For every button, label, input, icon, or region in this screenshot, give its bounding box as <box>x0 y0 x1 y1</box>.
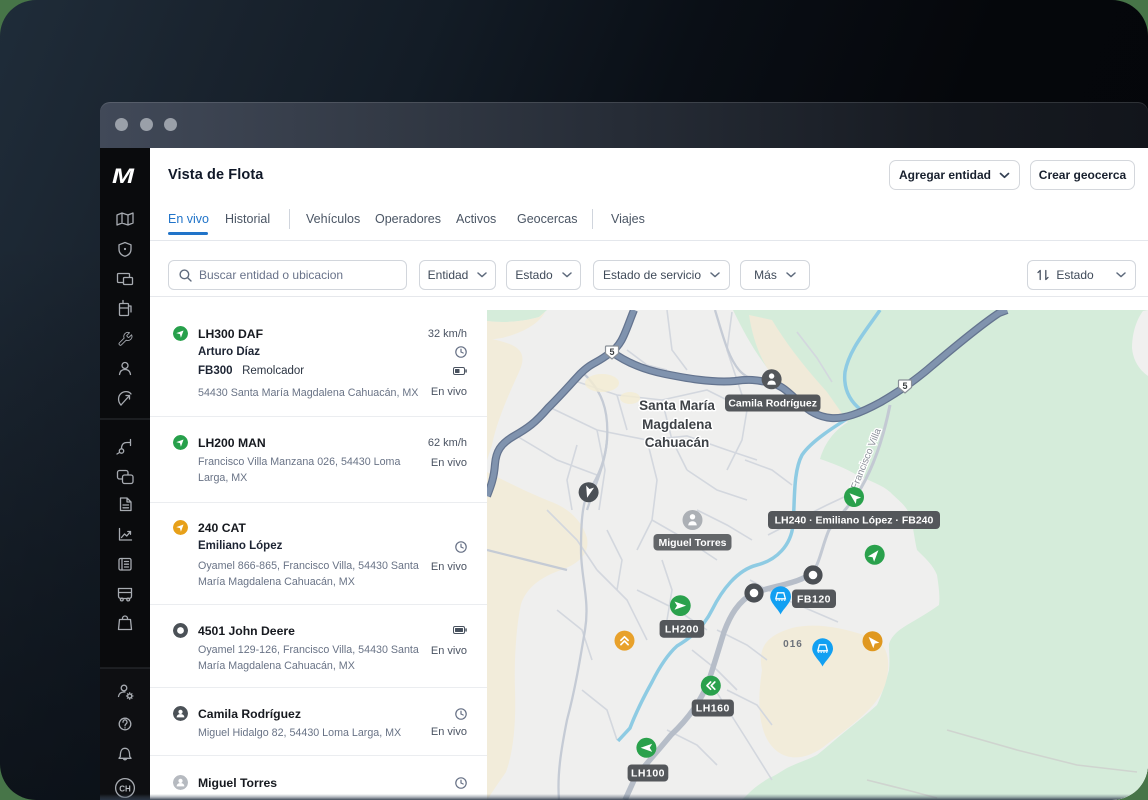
svg-text:016: 016 <box>783 639 803 650</box>
svg-text:5: 5 <box>902 381 907 391</box>
svg-text:Miguel Torres: Miguel Torres <box>658 537 726 549</box>
svg-text:Magdalena: Magdalena <box>642 417 712 432</box>
svg-text:CH: CH <box>119 785 131 794</box>
svg-text:FB120: FB120 <box>797 594 831 606</box>
svg-text:LH100: LH100 <box>631 768 665 780</box>
svg-text:Camila Rodríguez: Camila Rodríguez <box>728 398 817 410</box>
svg-text:LH160: LH160 <box>696 703 730 715</box>
svg-text:M: M <box>112 165 135 188</box>
svg-text:Santa María: Santa María <box>639 398 715 413</box>
svg-text:LH240 · Emiliano López · FB240: LH240 · Emiliano López · FB240 <box>775 515 934 527</box>
svg-text:Cahuacán: Cahuacán <box>645 435 710 450</box>
svg-text:5: 5 <box>609 347 614 357</box>
svg-text:LH200: LH200 <box>665 624 699 636</box>
